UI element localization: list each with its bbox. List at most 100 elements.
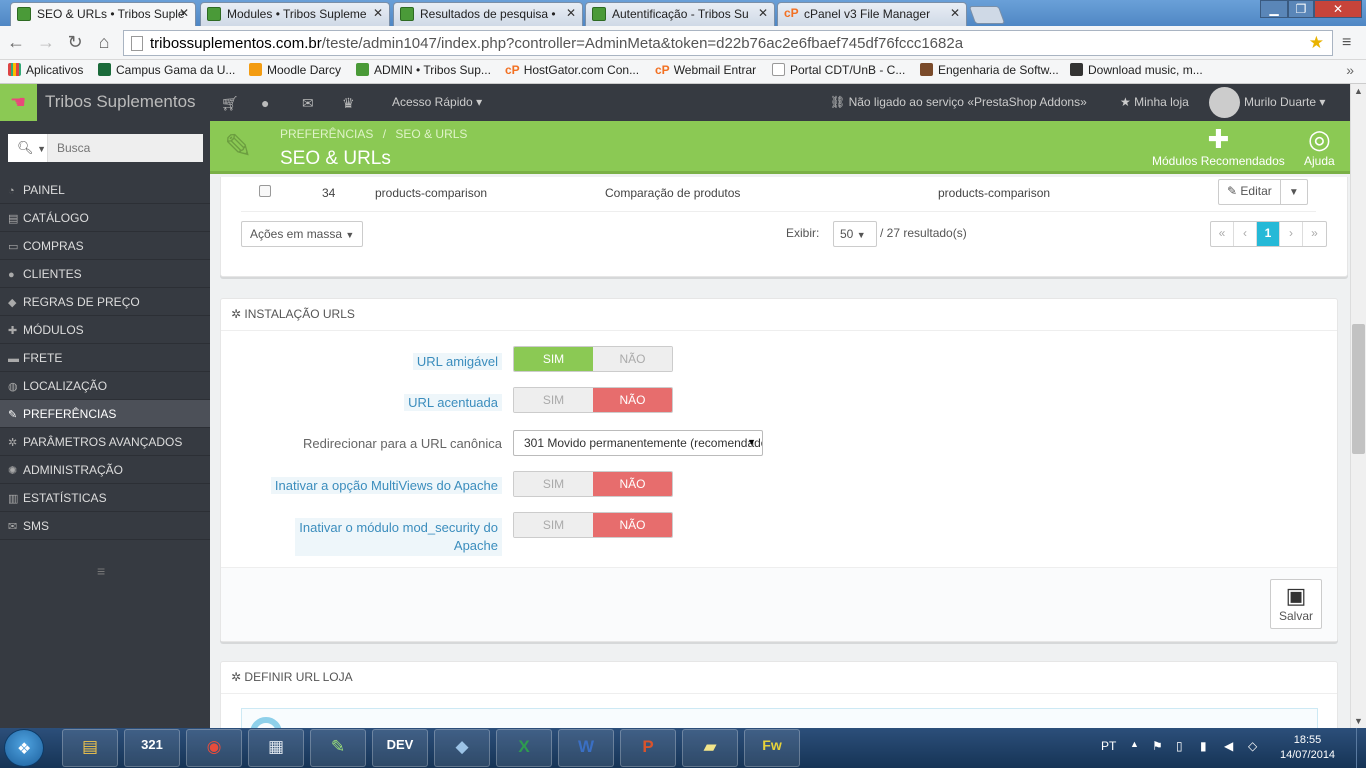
bookmark-campus-gama[interactable]: Campus Gama da U... [98, 63, 235, 77]
back-arrow-icon[interactable]: ← [5, 32, 27, 53]
sidebar-item-compras[interactable]: ▭ COMPRAS [0, 232, 210, 260]
forward-arrow-icon[interactable]: → [35, 32, 57, 53]
sidebar-item-regras-preco[interactable]: ◆ REGRAS DE PREÇO [0, 288, 210, 316]
bookmark-engenharia[interactable]: Engenharia de Softw... [920, 63, 1059, 77]
taskbar-media-player[interactable]: 321 [124, 729, 180, 767]
bulk-actions-button[interactable]: Ações em massa ▼ [241, 221, 364, 247]
first-page-button[interactable]: « [1211, 222, 1234, 246]
device-icon[interactable]: ▯ [1176, 739, 1183, 753]
edit-button[interactable]: ✎ Editar [1219, 180, 1281, 204]
addons-connect-link[interactable]: ⛓ Não ligado ao serviço «PrestaShop Addo… [830, 95, 1087, 109]
close-tab-icon[interactable]: ✕ [179, 6, 189, 20]
next-page-button[interactable]: › [1280, 222, 1303, 246]
taskbar-notepad-plus[interactable]: ✎ [310, 729, 366, 767]
search-input[interactable] [49, 134, 203, 162]
recommended-modules-button[interactable]: ✚ Módulos Recomendados [1152, 124, 1285, 168]
friendly-url-switch[interactable]: SIM NÃO [513, 346, 673, 372]
bookmark-star-icon[interactable]: ★ [1309, 33, 1324, 53]
tray-expand-icon[interactable]: ▲ [1130, 739, 1139, 749]
scroll-up-icon[interactable]: ▲ [1354, 86, 1363, 96]
save-button[interactable]: ▣ Salvar [1270, 579, 1322, 629]
browser-tab-search-results[interactable]: Resultados de pesquisa • ✕ [393, 2, 583, 26]
row-actions-dropdown[interactable]: ▼ [1281, 183, 1307, 207]
avatar[interactable] [1209, 87, 1240, 118]
language-indicator[interactable]: PT [1101, 739, 1116, 753]
sidebar-item-estatisticas[interactable]: ▥ ESTATÍSTICAS [0, 484, 210, 512]
close-tab-icon[interactable]: ✕ [950, 6, 960, 20]
envelope-icon[interactable]: ✉ [302, 95, 314, 112]
minimize-icon[interactable]: ▁ [1260, 0, 1288, 18]
bookmark-portal-cdt[interactable]: Portal CDT/UnB - C... [772, 63, 905, 77]
page-1-button[interactable]: 1 [1257, 222, 1280, 246]
bookmark-apps[interactable]: Aplicativos [8, 63, 83, 77]
taskbar-explorer[interactable]: ▤ [62, 729, 118, 767]
per-page-select[interactable]: 50 ▼ [833, 221, 877, 247]
taskbar-chrome[interactable]: ◉ [186, 729, 242, 767]
taskbar-calculator[interactable]: ▦ [248, 729, 304, 767]
taskbar-word[interactable]: W [558, 729, 614, 767]
last-page-button[interactable]: » [1303, 222, 1326, 246]
sidebar-item-administracao[interactable]: ✺ ADMINISTRAÇÃO [0, 456, 210, 484]
shop-brand[interactable]: Tribos Suplementos [45, 92, 196, 112]
sidebar-item-catalogo[interactable]: ▤ CATÁLOGO [0, 204, 210, 232]
help-button[interactable]: ◎ Ajuda [1304, 124, 1335, 168]
close-tab-icon[interactable]: ✕ [566, 6, 576, 20]
new-tab-button[interactable] [968, 6, 1006, 24]
row-checkbox[interactable] [259, 185, 271, 197]
canonical-redirect-select[interactable]: 301 Movido permanentemente (recomendado)… [513, 430, 763, 456]
multiviews-switch[interactable]: SIM NÃO [513, 471, 673, 497]
close-tab-icon[interactable]: ✕ [758, 6, 768, 20]
sidebar-item-sms[interactable]: ✉ SMS [0, 512, 210, 540]
bookmark-download-music[interactable]: Download music, m... [1070, 63, 1203, 77]
scrollbar-thumb[interactable] [1352, 324, 1365, 454]
address-bar[interactable]: tribossuplementos.com.br/teste/admin1047… [123, 30, 1333, 56]
browser-tab-auth[interactable]: Autentificação - Tribos Su ✕ [585, 2, 775, 26]
bookmark-moodle[interactable]: Moodle Darcy [249, 63, 341, 77]
bookmark-hostgator[interactable]: cP HostGator.com Con... [505, 63, 639, 77]
user-icon[interactable]: ● [261, 95, 269, 111]
dropbox-icon[interactable]: ◇ [1248, 739, 1257, 753]
sidebar-item-painel[interactable]: ◔ PAINEL [0, 176, 210, 204]
sidebar-item-frete[interactable]: ▬ FRETE [0, 344, 210, 372]
show-desktop-button[interactable] [1356, 728, 1366, 768]
home-icon[interactable]: ⌂ [93, 32, 115, 53]
start-button[interactable]: ❖ [4, 729, 44, 767]
taskbar-sticky-notes[interactable]: ▰ [682, 729, 738, 767]
sidebar-item-localizacao[interactable]: ◍ LOCALIZAÇÃO [0, 372, 210, 400]
search-type-button[interactable]: 🔍︎ ▼ [8, 134, 48, 162]
taskbar-powerpoint[interactable]: P [620, 729, 676, 767]
sidebar-item-preferencias[interactable]: ✎ PREFERÊNCIAS [0, 400, 210, 428]
reload-icon[interactable]: ↻ [64, 32, 86, 53]
browser-menu-icon[interactable]: ≡ [1342, 34, 1351, 52]
taskbar-dev-cpp[interactable]: DEV [372, 729, 428, 767]
user-menu[interactable]: Murilo Duarte ▾ [1244, 95, 1325, 109]
restore-icon[interactable]: ❐ [1288, 0, 1314, 18]
system-clock[interactable]: 18:55 14/07/2014 [1280, 733, 1335, 763]
mod-security-switch[interactable]: SIM NÃO [513, 512, 673, 538]
sidebar-toggle-button[interactable]: ☚ [0, 84, 37, 121]
bookmark-admin[interactable]: ADMIN • Tribos Sup... [356, 63, 491, 77]
browser-tab-cpanel[interactable]: cP cPanel v3 File Manager ✕ [777, 2, 967, 26]
prev-page-button[interactable]: ‹ [1234, 222, 1257, 246]
quick-access-dropdown[interactable]: Acesso Rápido ▾ [392, 95, 482, 109]
cart-icon[interactable]: 🛒︎ [221, 95, 239, 112]
sidebar-item-clientes[interactable]: ● CLIENTES [0, 260, 210, 288]
scroll-down-icon[interactable]: ▼ [1354, 716, 1363, 726]
close-window-icon[interactable]: ✕ [1314, 0, 1362, 18]
taskbar-virtualbox[interactable]: ◆ [434, 729, 490, 767]
close-tab-icon[interactable]: ✕ [373, 6, 383, 20]
bookmarks-more-icon[interactable]: » [1346, 62, 1354, 78]
browser-tab-modules[interactable]: Modules • Tribos Supleme ✕ [200, 2, 390, 26]
flag-icon[interactable]: ⚑ [1152, 739, 1163, 753]
page-scrollbar[interactable]: ▲ ▼ [1350, 84, 1366, 728]
accented-url-switch[interactable]: SIM NÃO [513, 387, 673, 413]
network-icon[interactable]: ▮ [1200, 739, 1207, 753]
bookmark-webmail[interactable]: cP Webmail Entrar [655, 63, 756, 77]
taskbar-fireworks[interactable]: Fw [744, 729, 800, 767]
trophy-icon[interactable]: ♛ [342, 95, 355, 112]
taskbar-excel[interactable]: X [496, 729, 552, 767]
my-store-link[interactable]: ★ Minha loja [1120, 95, 1189, 109]
collapse-menu-icon[interactable]: ≡ [97, 563, 105, 579]
volume-icon[interactable]: ◀ [1224, 739, 1233, 753]
browser-tab-seo[interactable]: SEO & URLs • Tribos Suple ✕ [10, 2, 196, 26]
